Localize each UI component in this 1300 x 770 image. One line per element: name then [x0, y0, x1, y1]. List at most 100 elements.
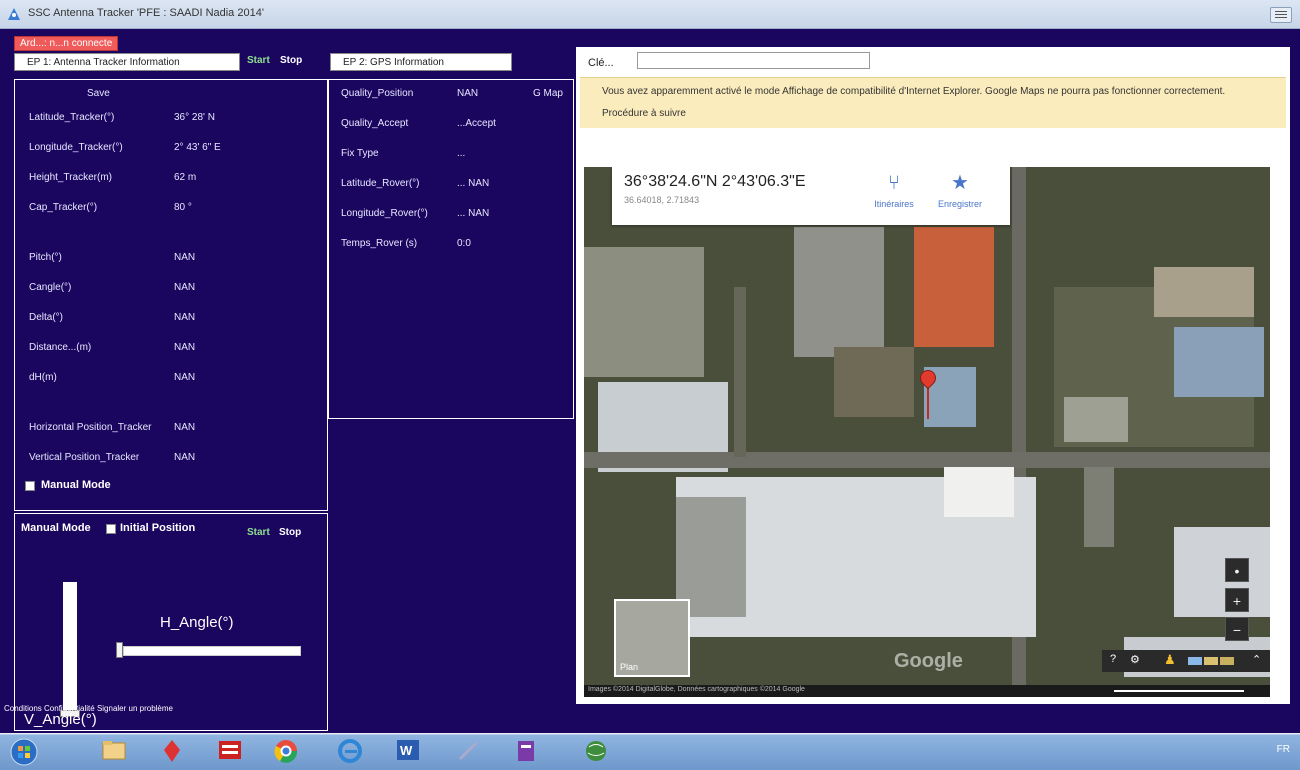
start-menu-button[interactable]: [2, 738, 46, 768]
taskbar-app[interactable]: [150, 738, 194, 768]
save-location-label: Enregistrer: [937, 199, 982, 209]
h-angle-slider-track[interactable]: [123, 646, 301, 656]
word-icon: W: [397, 740, 419, 760]
taskbar-chrome[interactable]: [264, 738, 308, 768]
field-vertical-position: Vertical Position_Tracker NAN: [29, 452, 195, 463]
h-angle-label: H_Angle(°): [160, 614, 234, 631]
map-courtyard: [834, 347, 914, 417]
itinerary-label: Itinéraires: [874, 199, 914, 209]
settings-icon[interactable]: ⚙: [1130, 653, 1140, 666]
field-label: Longitude_Rover(°): [341, 208, 428, 219]
language-indicator[interactable]: FR: [1277, 744, 1290, 755]
manual-start-button[interactable]: Start: [247, 527, 270, 538]
zoom-out-button[interactable]: −: [1225, 617, 1249, 641]
field-pitch: Pitch(°) NAN: [29, 252, 195, 263]
field-label: Delta(°): [29, 312, 64, 323]
connection-status-badge: Ard...: n...n connecte: [14, 36, 119, 51]
satellite-map[interactable]: 36°38'24.6"N 2°43'06.3"E 36.64018, 2.718…: [584, 167, 1270, 697]
taskbar-ie[interactable]: [328, 738, 372, 768]
expand-icon[interactable]: ⌃: [1252, 653, 1261, 666]
map-attribution: Images ©2014 DigitalGlobe, Données carto…: [588, 686, 805, 693]
field-value: NAN: [174, 372, 196, 383]
field-value: NAN: [174, 342, 196, 353]
window-title: SSC Antenna Tracker 'PFE : SAADI Nadia 2…: [28, 7, 264, 19]
map-type-label: Plan: [620, 662, 639, 672]
folder-icon: [102, 741, 126, 760]
field-value: ... NAN: [457, 178, 490, 189]
field-label: Quality_Position: [341, 88, 414, 99]
map-building: [1084, 467, 1114, 547]
imagery-icon[interactable]: [1220, 657, 1234, 665]
key-input[interactable]: [637, 52, 870, 69]
field-value: ...Accept: [457, 118, 496, 129]
imagery-icon[interactable]: [1204, 657, 1218, 665]
taskbar-antenna-tracker[interactable]: [574, 738, 618, 768]
map-road: [584, 452, 1270, 468]
pegman-icon[interactable]: ♟: [1164, 652, 1176, 668]
map-building: [1174, 327, 1264, 397]
help-icon[interactable]: ?: [1110, 653, 1116, 665]
field-label: Longitude_Tracker(°): [29, 142, 123, 153]
taskbar-explorer[interactable]: [92, 738, 136, 768]
field-label: Height_Tracker(m): [29, 172, 112, 183]
location-address: 36.64018, 2.71843: [624, 195, 700, 205]
taskbar: W FR: [0, 734, 1300, 770]
imagery-icon[interactable]: [1188, 657, 1202, 665]
field-temps-rover: Temps_Rover (s) 0:0: [341, 238, 471, 249]
map-building: [584, 247, 704, 377]
scale-bar: [1114, 690, 1244, 692]
start-button[interactable]: Start: [247, 55, 270, 66]
svg-text:W: W: [400, 743, 413, 758]
taskbar-app[interactable]: [208, 738, 252, 768]
window-menu-button[interactable]: [1270, 7, 1292, 23]
itinerary-button[interactable]: ⑂ Itinéraires: [864, 173, 924, 209]
map-type-toggle[interactable]: Plan: [614, 599, 690, 677]
zoom-in-button[interactable]: +: [1225, 588, 1249, 612]
map-footer-links[interactable]: Conditions Confidentialité Signaler un p…: [4, 704, 173, 713]
app-icon: [8, 8, 20, 20]
internet-explorer-icon: [338, 739, 362, 763]
stop-button[interactable]: Stop: [280, 55, 302, 66]
field-label: Distance...(m): [29, 342, 92, 353]
map-building: [1174, 527, 1270, 617]
tab-ep2-gps-information[interactable]: EP 2: GPS Information: [330, 53, 512, 71]
windows-start-icon: [10, 738, 38, 766]
taskbar-app[interactable]: [446, 738, 490, 768]
field-quality-position: Quality_Position NAN: [341, 88, 478, 99]
save-button[interactable]: Save: [87, 88, 110, 99]
location-card: 36°38'24.6"N 2°43'06.3"E 36.64018, 2.718…: [612, 167, 1010, 225]
tab-ep1-antenna-tracker[interactable]: EP 1: Antenna Tracker Information: [14, 53, 240, 71]
field-value: NAN: [457, 88, 479, 99]
notice-link[interactable]: Procédure à suivre: [602, 108, 686, 119]
field-label: Horizontal Position_Tracker: [29, 422, 152, 433]
google-logo: Google: [894, 650, 963, 672]
field-label: Cap_Tracker(°): [29, 202, 98, 213]
field-label: Latitude_Rover(°): [341, 178, 420, 189]
field-value: 80 °: [174, 202, 192, 213]
window-title-bar: SSC Antenna Tracker 'PFE : SAADI Nadia 2…: [0, 0, 1300, 29]
v-angle-label: V_Angle(°): [24, 711, 97, 728]
v-angle-slider-track[interactable]: [63, 582, 77, 716]
app-icon: [219, 741, 241, 759]
field-cangle: Cangle(°) NAN: [29, 282, 195, 293]
location-coordinates: 36°38'24.6"N 2°43'06.3"E: [624, 173, 806, 190]
manual-mode-checkbox[interactable]: [25, 481, 35, 491]
field-longitude-rover: Longitude_Rover(°) ... NAN: [341, 208, 489, 219]
save-location-button[interactable]: ★ Enregistrer: [930, 173, 990, 209]
system-tray[interactable]: FR: [1277, 744, 1290, 755]
app-icon: [164, 740, 180, 762]
taskbar-app[interactable]: [504, 738, 548, 768]
gps-information-panel: G Map Quality_Position NAN Quality_Accep…: [328, 79, 574, 419]
initial-position-checkbox[interactable]: [106, 524, 116, 534]
gmap-checkbox[interactable]: G Map: [533, 88, 563, 99]
compass-icon[interactable]: •: [1225, 558, 1249, 582]
field-label: Cangle(°): [29, 282, 72, 293]
manual-stop-button[interactable]: Stop: [279, 527, 301, 538]
field-value: 0:0: [457, 238, 471, 249]
field-height-tracker: Height_Tracker(m) 62 m: [29, 172, 196, 183]
field-label: Quality_Accept: [341, 118, 409, 129]
taskbar-word[interactable]: W: [386, 738, 430, 768]
h-angle-slider-thumb[interactable]: [116, 642, 123, 658]
map-bottom-toolbar: ? ⚙ ♟ ⌃: [1102, 650, 1270, 672]
map-road: [734, 287, 746, 457]
